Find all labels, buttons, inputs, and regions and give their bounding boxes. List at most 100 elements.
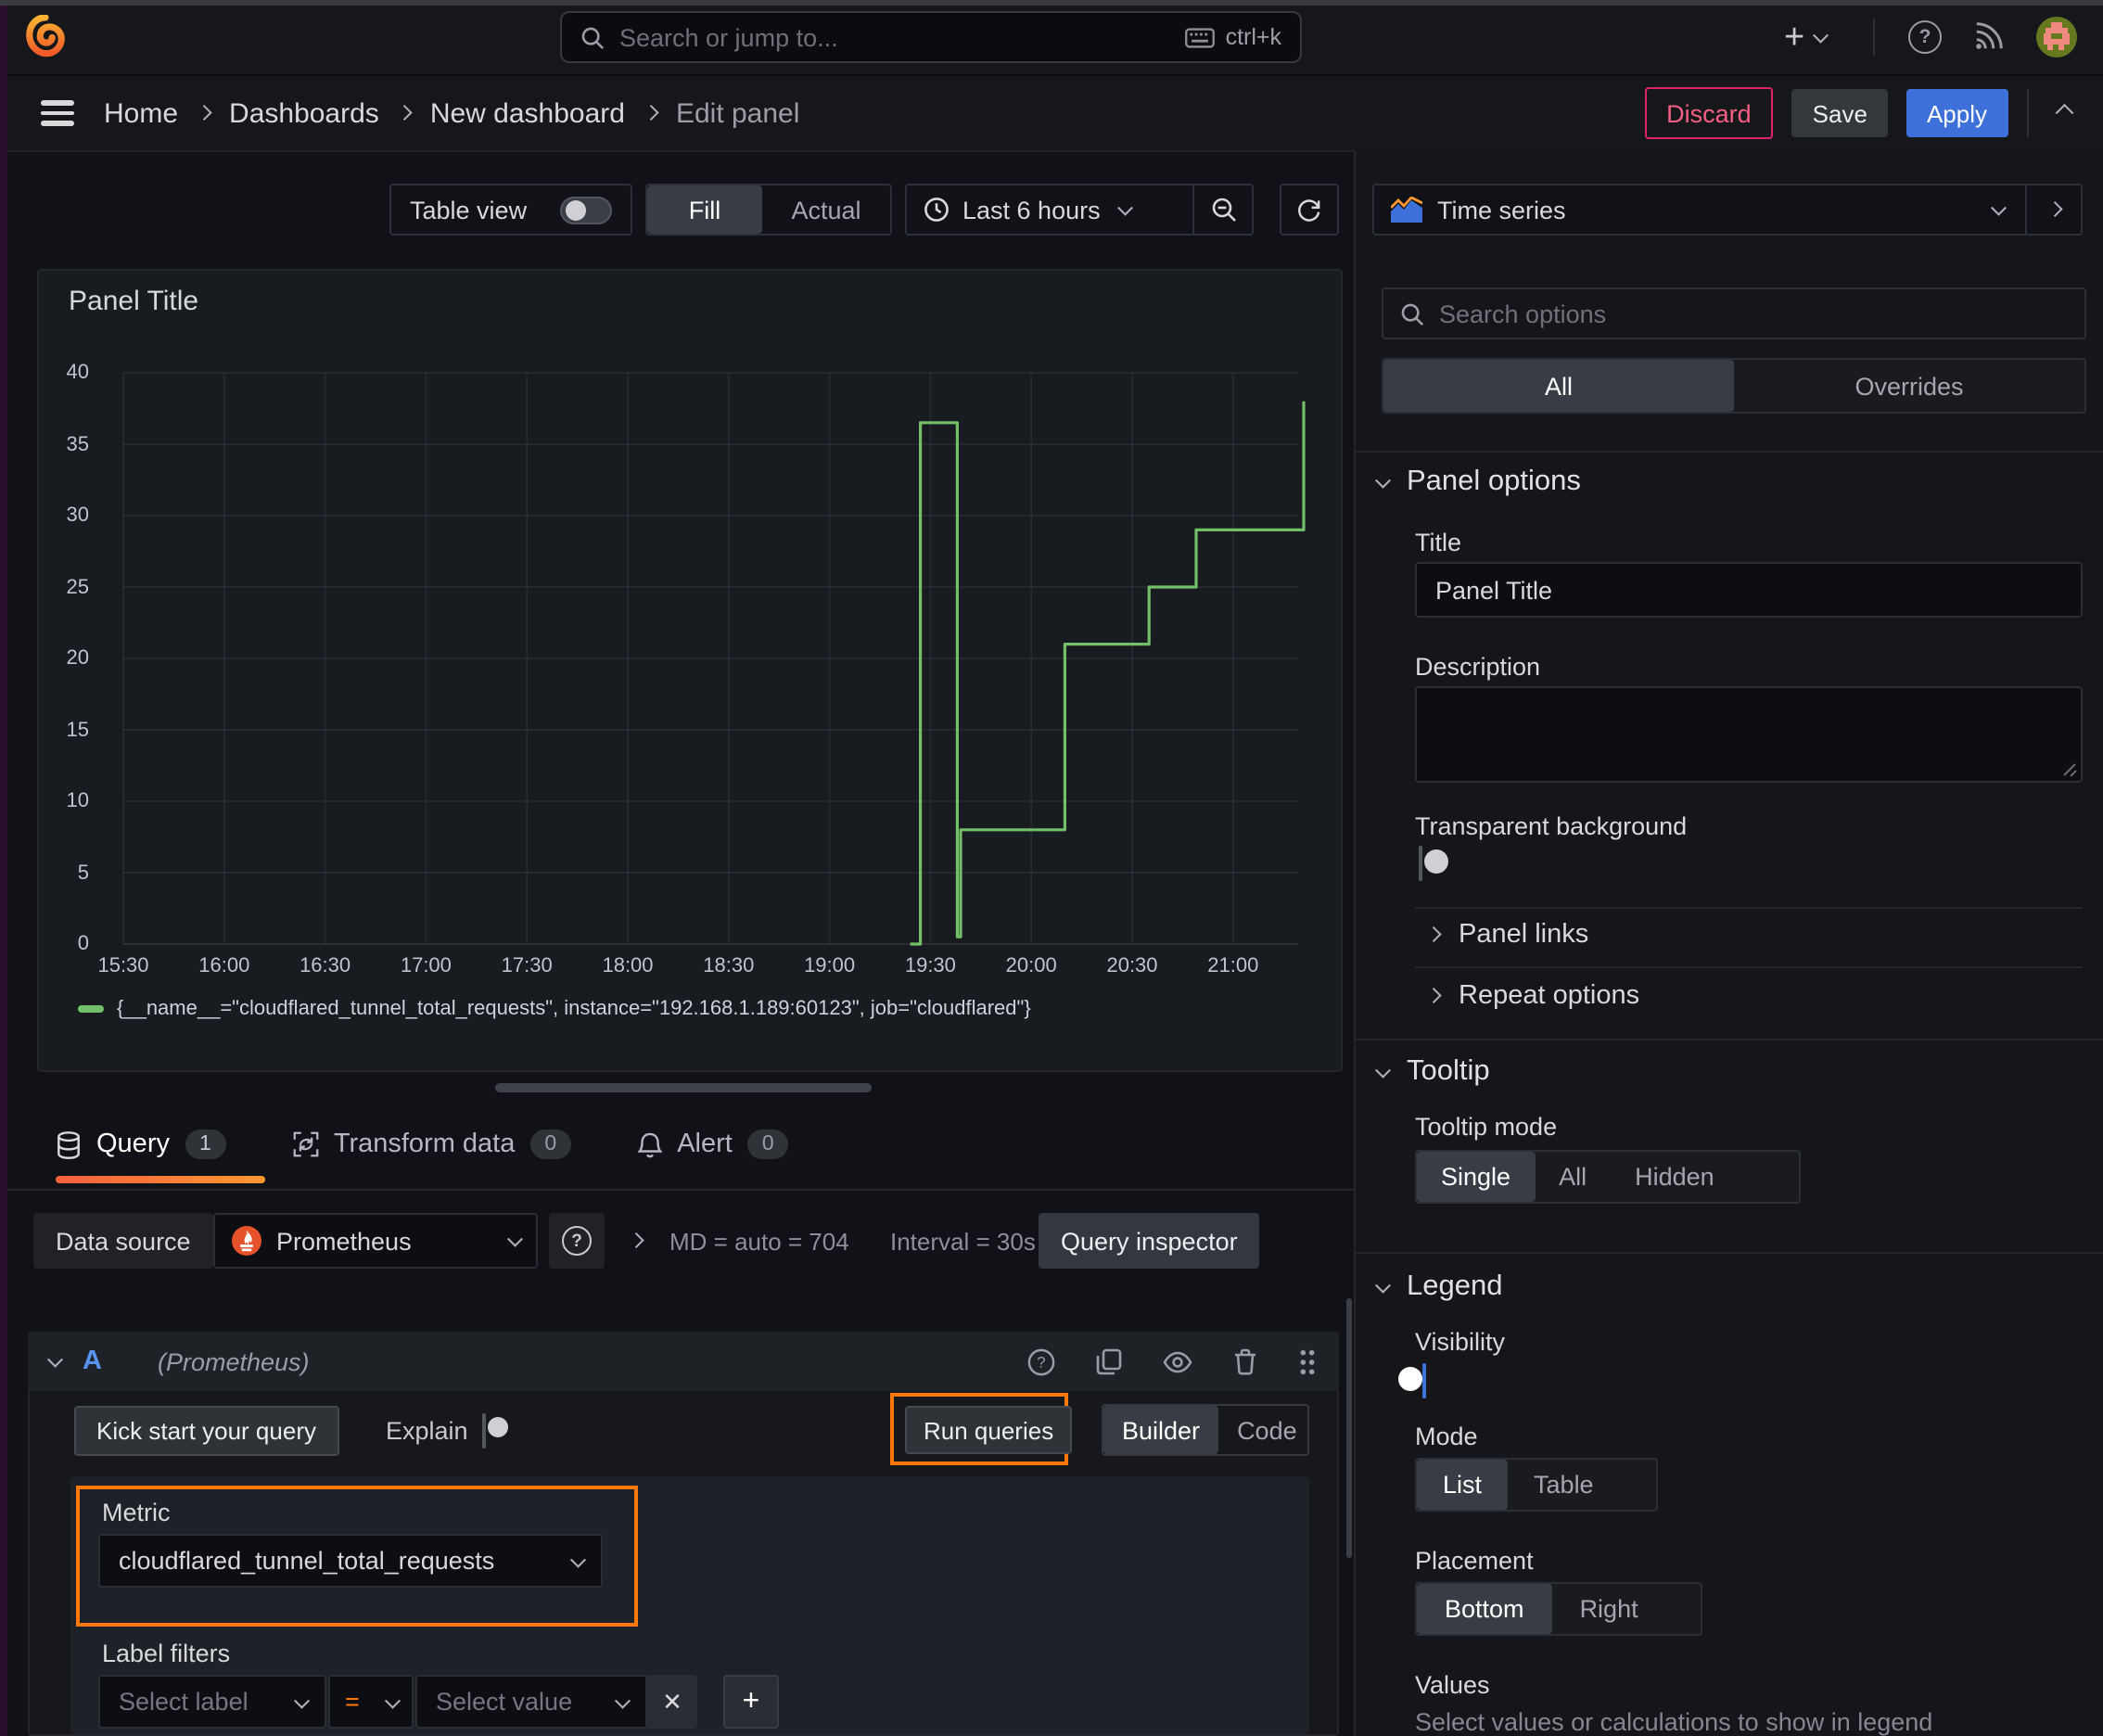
grafana-logo-icon[interactable] bbox=[24, 15, 67, 57]
y-tick-label: 0 bbox=[77, 933, 89, 955]
fill-option[interactable]: Fill bbox=[647, 185, 762, 234]
x-tick-label: 21:00 bbox=[1207, 955, 1259, 977]
description-textarea[interactable] bbox=[1415, 686, 2083, 783]
left-scrollbar-thumb[interactable] bbox=[1346, 1298, 1352, 1558]
news-rss-icon[interactable] bbox=[1973, 20, 2005, 52]
chart-legend-item[interactable]: {__name__="cloudflared_tunnel_total_requ… bbox=[78, 998, 1031, 1020]
tab-transform-data[interactable]: Transform data 0 bbox=[293, 1130, 572, 1159]
tooltip-mode-all[interactable]: All bbox=[1535, 1152, 1611, 1202]
refresh-button[interactable] bbox=[1280, 184, 1339, 236]
menu-toggle-button[interactable] bbox=[41, 100, 74, 126]
add-menu-button[interactable]: + bbox=[1784, 15, 1829, 59]
duplicate-query-icon[interactable] bbox=[1096, 1347, 1122, 1375]
builder-code-segmented: Builder Code bbox=[1102, 1404, 1309, 1456]
visibility-label: Visibility bbox=[1415, 1328, 1506, 1356]
time-range-picker[interactable]: Last 6 hours bbox=[907, 185, 1192, 234]
label-filter-operator-select[interactable]: = bbox=[328, 1675, 414, 1729]
section-divider bbox=[1354, 1252, 2103, 1254]
chevron-down-icon bbox=[384, 1692, 400, 1707]
visualization-name: Time series bbox=[1437, 196, 1566, 223]
hide-query-icon[interactable] bbox=[1163, 1349, 1192, 1373]
legend-mode-list[interactable]: List bbox=[1417, 1460, 1509, 1510]
zoom-out-button[interactable] bbox=[1194, 185, 1252, 234]
window-top-edge bbox=[0, 0, 2103, 5]
datasource-help-button[interactable]: ? bbox=[549, 1213, 605, 1269]
legend-placement-bottom[interactable]: Bottom bbox=[1417, 1584, 1552, 1634]
kick-start-query-button[interactable]: Kick start your query bbox=[74, 1406, 338, 1456]
search-options-input[interactable]: Search options bbox=[1382, 287, 2086, 339]
row-divider bbox=[1415, 966, 2083, 968]
apply-button[interactable]: Apply bbox=[1905, 89, 2007, 137]
table-view-control: Table view bbox=[389, 184, 632, 236]
datasource-picker[interactable]: Prometheus bbox=[213, 1213, 538, 1269]
panel-options-section-header[interactable]: Panel options bbox=[1375, 466, 1581, 499]
tooltip-mode-hidden[interactable]: Hidden bbox=[1611, 1152, 1739, 1202]
transparent-background-toggle[interactable] bbox=[1419, 846, 1422, 881]
legend-mode-label: Mode bbox=[1415, 1423, 1478, 1450]
svg-text:?: ? bbox=[1037, 1353, 1045, 1371]
discard-button[interactable]: Discard bbox=[1644, 87, 1774, 139]
run-queries-button[interactable]: Run queries bbox=[905, 1406, 1073, 1454]
actual-option[interactable]: Actual bbox=[762, 185, 890, 234]
chevron-down-icon bbox=[1990, 200, 2006, 215]
visibility-toggle[interactable] bbox=[1422, 1363, 1426, 1398]
help-button[interactable]: ? bbox=[1908, 20, 1942, 54]
resize-handle-icon bbox=[2063, 763, 2077, 777]
legend-heading: Legend bbox=[1407, 1270, 1503, 1302]
tab-overrides[interactable]: Overrides bbox=[1734, 360, 2084, 412]
y-tick-label: 30 bbox=[66, 504, 90, 527]
query-row-header[interactable]: A (Prometheus) ? bbox=[28, 1332, 1339, 1391]
y-tick-label: 35 bbox=[66, 433, 90, 455]
tab-query[interactable]: Query 1 bbox=[56, 1130, 226, 1159]
table-view-label: Table view bbox=[410, 196, 528, 223]
query-inspector-button[interactable]: Query inspector bbox=[1039, 1213, 1260, 1269]
query-options-expander[interactable] bbox=[628, 1232, 644, 1248]
query-options-interval-stat: Interval = 30s bbox=[890, 1228, 1036, 1256]
fill-actual-segmented: Fill Actual bbox=[645, 184, 892, 236]
tooltip-mode-single[interactable]: Single bbox=[1417, 1152, 1536, 1202]
transform-icon bbox=[293, 1131, 319, 1157]
tooltip-mode-label: Tooltip mode bbox=[1415, 1113, 1558, 1141]
add-label-filter-button[interactable]: + bbox=[723, 1675, 779, 1729]
legend-mode-table[interactable]: Table bbox=[1508, 1460, 1620, 1510]
panel-resize-handle[interactable] bbox=[495, 1083, 872, 1092]
tab-transform-label: Transform data bbox=[333, 1130, 516, 1159]
remove-label-filter-button[interactable]: ✕ bbox=[647, 1675, 697, 1729]
panel-links-row[interactable]: Panel links bbox=[1425, 918, 1588, 951]
builder-option[interactable]: Builder bbox=[1103, 1406, 1219, 1454]
panel-title-input[interactable]: Panel Title bbox=[1415, 562, 2083, 618]
drag-handle-icon[interactable] bbox=[1298, 1347, 1317, 1375]
save-button[interactable]: Save bbox=[1791, 89, 1888, 137]
code-option[interactable]: Code bbox=[1218, 1406, 1316, 1454]
metric-value: cloudflared_tunnel_total_requests bbox=[119, 1547, 495, 1575]
breadcrumb-new-dashboard[interactable]: New dashboard bbox=[430, 97, 625, 129]
visualization-picker[interactable]: Time series bbox=[1372, 184, 2083, 236]
chart-x-axis: 15:30 16:00 16:30 17:00 17:30 18:00 18:30 19:00… bbox=[74, 955, 1309, 985]
y-tick-label: 20 bbox=[66, 647, 90, 670]
label-filter-value-select[interactable]: Select value bbox=[415, 1675, 647, 1729]
delete-query-icon[interactable] bbox=[1233, 1347, 1257, 1375]
breadcrumb-dashboards[interactable]: Dashboards bbox=[229, 97, 379, 129]
tab-alert[interactable]: Alert 0 bbox=[638, 1130, 789, 1159]
metric-select[interactable]: cloudflared_tunnel_total_requests bbox=[98, 1534, 603, 1588]
legend-section-header[interactable]: Legend bbox=[1375, 1270, 1503, 1304]
search-placeholder: Search or jump to... bbox=[619, 23, 838, 51]
repeat-options-row[interactable]: Repeat options bbox=[1425, 979, 1639, 1013]
user-avatar[interactable] bbox=[2036, 17, 2077, 57]
collapse-query-row-icon[interactable] bbox=[47, 1352, 63, 1367]
global-search-box[interactable]: Search or jump to... ctrl+k bbox=[560, 11, 1302, 63]
description-label: Description bbox=[1415, 653, 1541, 681]
breadcrumb-home[interactable]: Home bbox=[104, 97, 178, 129]
table-view-toggle[interactable] bbox=[560, 196, 612, 223]
legend-placement-right[interactable]: Right bbox=[1552, 1584, 1666, 1634]
query-options-md-stat: MD = auto = 704 bbox=[669, 1228, 849, 1256]
collapse-header-button[interactable] bbox=[2055, 104, 2072, 122]
database-icon bbox=[56, 1130, 82, 1158]
label-filter-label-select[interactable]: Select label bbox=[98, 1675, 326, 1729]
legend-series-label: {__name__="cloudflared_tunnel_total_requ… bbox=[117, 998, 1031, 1020]
query-help-icon[interactable]: ? bbox=[1027, 1347, 1055, 1375]
explain-toggle[interactable] bbox=[482, 1413, 486, 1449]
tooltip-section-header[interactable]: Tooltip bbox=[1375, 1055, 1490, 1089]
toggle-viz-picker-button[interactable] bbox=[2027, 185, 2081, 234]
tab-all[interactable]: All bbox=[1383, 360, 1734, 412]
